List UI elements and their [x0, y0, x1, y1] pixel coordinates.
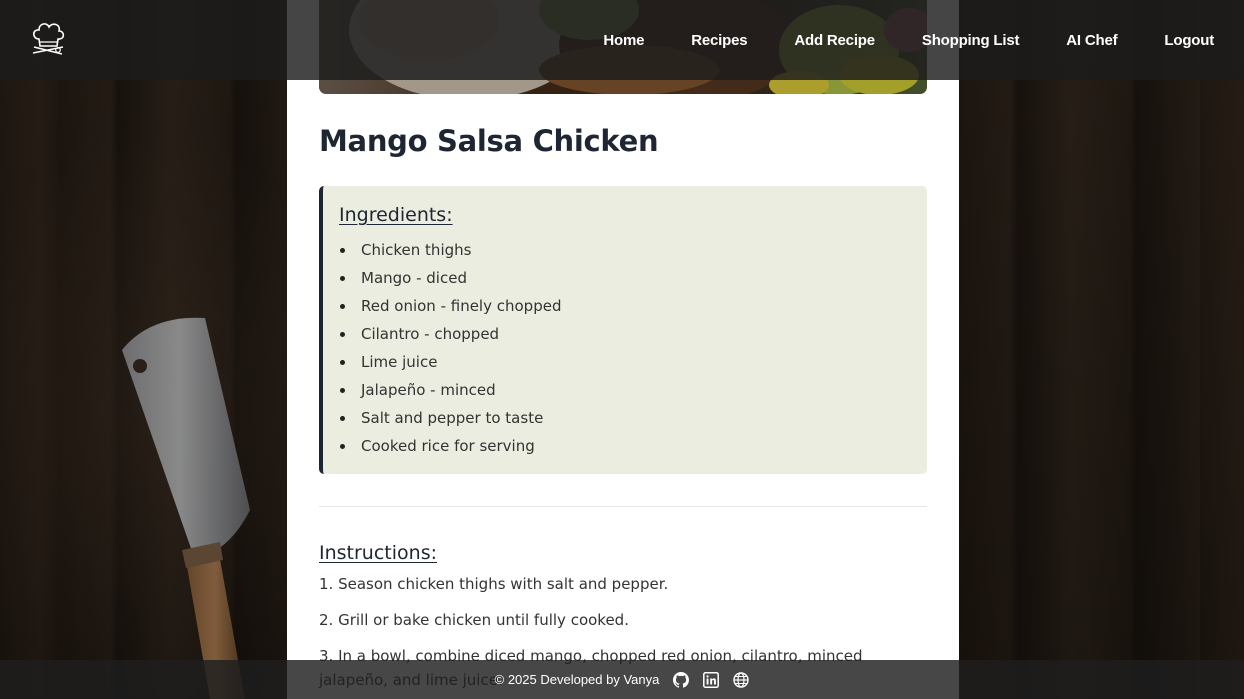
chef-hat-icon[interactable] — [30, 22, 66, 56]
nav-shopping-list-link[interactable]: Shopping List — [922, 32, 1020, 49]
nav-links: Home Recipes Add Recipe Shopping List AI… — [603, 0, 1214, 80]
instructions-heading: Instructions: — [319, 542, 437, 564]
ingredient-item: Cooked rice for serving — [339, 432, 911, 460]
nav-recipes-link[interactable]: Recipes — [691, 32, 747, 49]
ingredient-item: Mango - diced — [339, 264, 911, 292]
recipe-card: Mango Salsa Chicken Ingredients: Chicken… — [287, 0, 959, 699]
recipe-title: Mango Salsa Chicken — [319, 124, 659, 158]
ingredients-list: Chicken thighs Mango - diced Red onion -… — [339, 236, 911, 460]
nav-ai-chef-link[interactable]: AI Chef — [1066, 32, 1117, 49]
ingredient-item: Salt and pepper to taste — [339, 404, 911, 432]
globe-icon[interactable] — [733, 671, 750, 688]
github-icon[interactable] — [673, 671, 690, 688]
ingredient-item: Cilantro - chopped — [339, 320, 911, 348]
ingredient-item: Jalapeño - minced — [339, 376, 911, 404]
section-divider — [319, 506, 927, 507]
ingredient-item: Red onion - finely chopped — [339, 292, 911, 320]
ingredient-item: Lime juice — [339, 348, 911, 376]
navbar: Home Recipes Add Recipe Shopping List AI… — [0, 0, 1244, 80]
ingredients-heading: Ingredients: — [339, 204, 453, 226]
footer: © 2025 Developed by Vanya — [0, 660, 1244, 699]
instruction-step: 2. Grill or bake chicken until fully coo… — [319, 611, 629, 629]
footer-credit: © 2025 Developed by Vanya — [494, 672, 660, 687]
ingredient-item: Chicken thighs — [339, 236, 911, 264]
cleaver-image — [122, 317, 250, 699]
nav-logout-link[interactable]: Logout — [1164, 32, 1214, 49]
instruction-step: 1. Season chicken thighs with salt and p… — [319, 575, 669, 593]
nav-home-link[interactable]: Home — [603, 32, 644, 49]
nav-add-recipe-link[interactable]: Add Recipe — [794, 32, 875, 49]
ingredients-panel: Ingredients: Chicken thighs Mango - dice… — [319, 186, 927, 474]
linkedin-icon[interactable] — [703, 671, 720, 688]
